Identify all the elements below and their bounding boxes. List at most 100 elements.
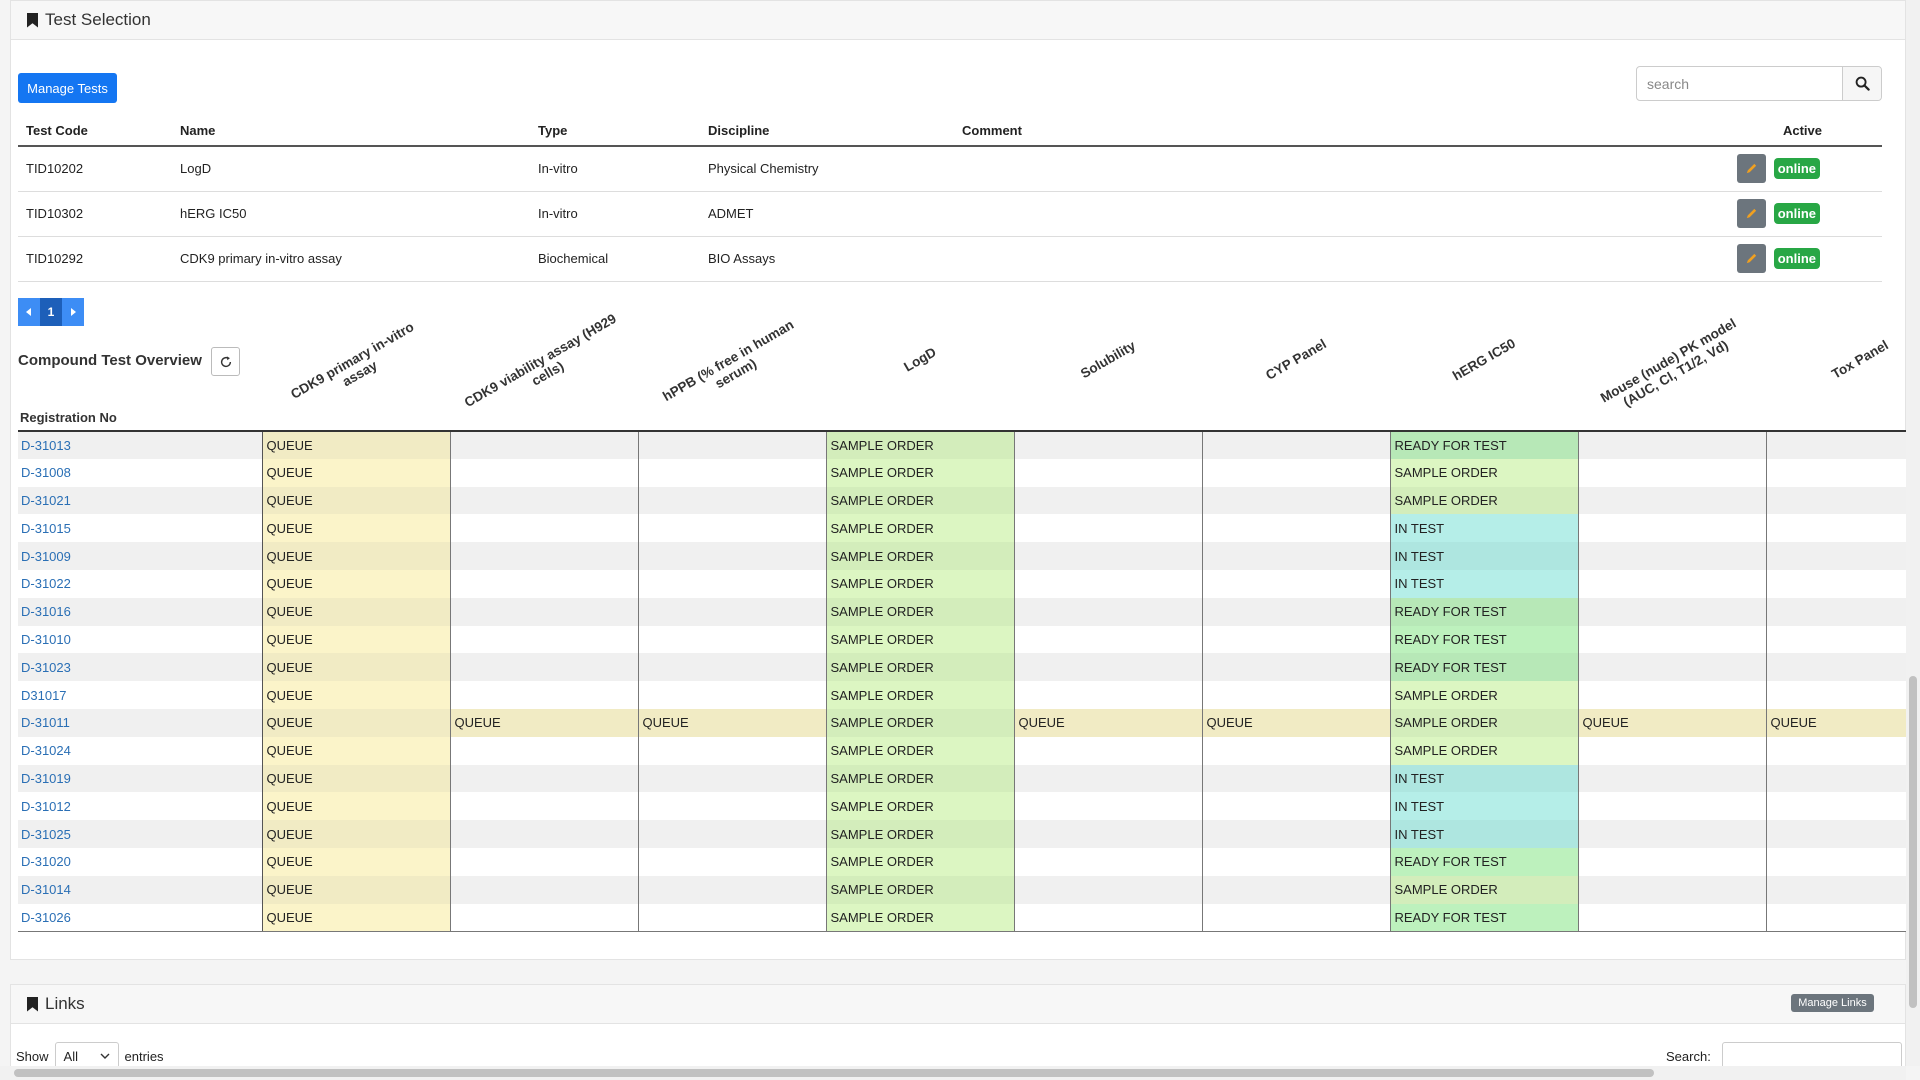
registration-link[interactable]: D-31019 — [21, 771, 71, 786]
status-cell[interactable]: IN TEST — [1390, 792, 1579, 821]
registration-link[interactable]: D-31015 — [21, 521, 71, 536]
status-cell[interactable]: SAMPLE ORDER — [1390, 875, 1579, 904]
status-cell[interactable]: SAMPLE ORDER — [826, 597, 1015, 626]
registration-link[interactable]: D-31012 — [21, 799, 71, 814]
status-cell[interactable]: SAMPLE ORDER — [826, 847, 1015, 876]
status-cell[interactable]: SAMPLE ORDER — [826, 625, 1015, 654]
status-cell[interactable]: SAMPLE ORDER — [1390, 708, 1579, 737]
manage-tests-button[interactable]: Manage Tests — [18, 73, 117, 103]
registration-link[interactable]: D-31026 — [21, 910, 71, 925]
registration-link[interactable]: D-31009 — [21, 549, 71, 564]
status-cell[interactable]: SAMPLE ORDER — [826, 764, 1015, 793]
status-cell[interactable]: QUEUE — [262, 875, 451, 904]
registration-link[interactable]: D-31013 — [21, 438, 71, 453]
status-cell[interactable]: SAMPLE ORDER — [1390, 486, 1579, 515]
registration-link[interactable]: D-31025 — [21, 827, 71, 842]
registration-link[interactable]: D-31011 — [21, 715, 70, 730]
page-button-current[interactable]: 1 — [40, 298, 62, 326]
status-cell[interactable]: IN TEST — [1390, 820, 1579, 848]
vertical-scrollbar[interactable] — [1906, 0, 1920, 1066]
col-test-code[interactable]: Test Code — [18, 116, 172, 147]
status-cell[interactable]: QUEUE — [262, 847, 451, 876]
registration-link[interactable]: D-31021 — [21, 493, 71, 508]
registration-link[interactable]: D-31008 — [21, 465, 71, 480]
status-cell[interactable]: READY FOR TEST — [1390, 625, 1579, 654]
refresh-button[interactable] — [211, 347, 240, 376]
status-cell[interactable]: SAMPLE ORDER — [826, 792, 1015, 821]
status-cell[interactable]: READY FOR TEST — [1390, 903, 1579, 932]
status-cell[interactable]: SAMPLE ORDER — [826, 569, 1015, 598]
status-cell[interactable]: SAMPLE ORDER — [826, 431, 1015, 459]
status-cell[interactable]: IN TEST — [1390, 764, 1579, 793]
status-cell[interactable]: IN TEST — [1390, 514, 1579, 543]
status-cell[interactable]: QUEUE — [262, 820, 451, 848]
registration-link[interactable]: D-31020 — [21, 854, 71, 869]
manage-links-button[interactable]: Manage Links — [1791, 994, 1874, 1012]
status-cell[interactable]: SAMPLE ORDER — [826, 458, 1015, 487]
search-button[interactable] — [1842, 67, 1881, 100]
status-cell[interactable]: SAMPLE ORDER — [826, 875, 1015, 904]
status-cell[interactable]: QUEUE — [262, 903, 451, 932]
status-cell[interactable]: SAMPLE ORDER — [1390, 736, 1579, 765]
registration-link[interactable]: D31017 — [21, 688, 67, 703]
status-cell[interactable]: SAMPLE ORDER — [826, 903, 1015, 932]
registration-link[interactable]: D-31010 — [21, 632, 71, 647]
registration-link[interactable]: D-31022 — [21, 576, 71, 591]
status-cell[interactable]: QUEUE — [262, 486, 451, 515]
status-cell[interactable]: READY FOR TEST — [1390, 653, 1579, 682]
status-cell[interactable]: SAMPLE ORDER — [826, 708, 1015, 737]
status-cell[interactable]: QUEUE — [1766, 708, 1920, 737]
edit-button[interactable] — [1736, 199, 1766, 228]
status-cell[interactable]: QUEUE — [262, 514, 451, 543]
status-cell[interactable]: IN TEST — [1390, 542, 1579, 570]
search-input[interactable] — [1637, 67, 1842, 100]
status-cell[interactable]: QUEUE — [262, 431, 451, 459]
edit-button[interactable] — [1736, 154, 1766, 184]
status-cell[interactable]: QUEUE — [262, 681, 451, 709]
status-cell[interactable]: SAMPLE ORDER — [826, 653, 1015, 682]
status-cell[interactable]: SAMPLE ORDER — [826, 681, 1015, 709]
registration-link[interactable]: D-31024 — [21, 743, 71, 758]
horizontal-scrollbar[interactable] — [0, 1066, 1906, 1080]
status-cell[interactable]: SAMPLE ORDER — [826, 736, 1015, 765]
status-cell[interactable]: QUEUE — [262, 542, 451, 570]
col-name[interactable]: Name — [172, 116, 530, 147]
status-cell[interactable]: QUEUE — [262, 625, 451, 654]
col-discipline[interactable]: Discipline — [700, 116, 954, 147]
status-cell — [1202, 653, 1391, 682]
status-cell[interactable]: SAMPLE ORDER — [1390, 681, 1579, 709]
status-cell[interactable]: QUEUE — [262, 597, 451, 626]
status-cell[interactable]: READY FOR TEST — [1390, 431, 1579, 459]
registration-link[interactable]: D-31014 — [21, 882, 71, 897]
status-cell[interactable]: QUEUE — [1578, 708, 1767, 737]
status-cell[interactable]: SAMPLE ORDER — [826, 514, 1015, 543]
status-cell[interactable]: QUEUE — [262, 458, 451, 487]
status-cell[interactable]: QUEUE — [262, 569, 451, 598]
registration-link[interactable]: D-31016 — [21, 604, 71, 619]
status-cell[interactable]: QUEUE — [450, 708, 639, 737]
col-type[interactable]: Type — [530, 116, 700, 147]
status-cell[interactable]: SAMPLE ORDER — [826, 486, 1015, 515]
col-comment[interactable]: Comment — [954, 116, 1712, 147]
status-cell[interactable]: QUEUE — [262, 653, 451, 682]
status-cell[interactable]: SAMPLE ORDER — [826, 820, 1015, 848]
horizontal-scrollbar-thumb[interactable] — [14, 1069, 1654, 1077]
status-cell[interactable]: QUEUE — [262, 764, 451, 793]
status-cell[interactable]: QUEUE — [1202, 708, 1391, 737]
status-cell[interactable]: SAMPLE ORDER — [1390, 458, 1579, 487]
edit-button[interactable] — [1736, 244, 1766, 273]
status-cell[interactable]: READY FOR TEST — [1390, 847, 1579, 876]
status-cell[interactable]: READY FOR TEST — [1390, 597, 1579, 626]
prev-page-button[interactable] — [18, 298, 40, 326]
status-cell[interactable]: QUEUE — [262, 708, 451, 737]
col-active[interactable]: Active — [1712, 116, 1882, 147]
status-cell[interactable]: QUEUE — [638, 708, 827, 737]
next-page-button[interactable] — [62, 298, 84, 326]
status-cell[interactable]: QUEUE — [262, 736, 451, 765]
status-cell[interactable]: QUEUE — [262, 792, 451, 821]
status-cell[interactable]: QUEUE — [1014, 708, 1203, 737]
registration-link[interactable]: D-31023 — [21, 660, 71, 675]
status-cell[interactable]: IN TEST — [1390, 569, 1579, 598]
vertical-scrollbar-thumb[interactable] — [1909, 676, 1917, 1008]
status-cell[interactable]: SAMPLE ORDER — [826, 542, 1015, 570]
